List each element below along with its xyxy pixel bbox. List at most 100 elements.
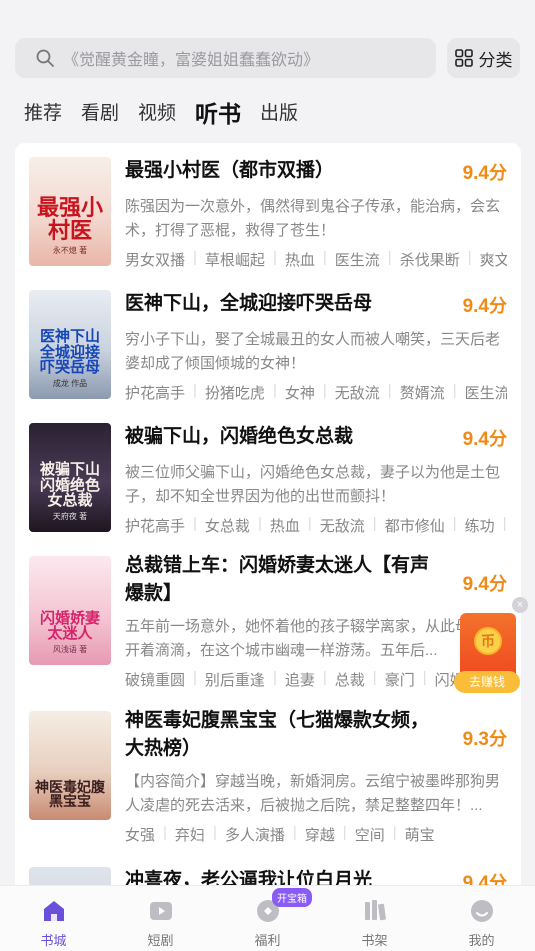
tag: 护花高手 xyxy=(125,518,186,535)
book-desc: 【内容简介】穿越当晚，新婚洞房。云绾宁被墨晔那狗男人凌虐的死去活来，后被抛之后院… xyxy=(125,773,501,814)
tab-audiobook[interactable]: 听书 xyxy=(195,99,241,129)
book-score: 9.4分 xyxy=(463,570,507,596)
book-tags: 护花高手| 女总裁| 热血| 无敌流| 都市修仙| 练功| ... xyxy=(125,515,507,535)
tag: 无敌流 xyxy=(334,385,380,402)
cover-title: 闪婚娇妻太迷人 xyxy=(39,608,100,643)
tag: 总裁 xyxy=(334,672,365,689)
score-unit: 分 xyxy=(489,429,507,449)
tag: 杀伐果断 xyxy=(399,252,460,269)
cover-title: 最强小村医 xyxy=(36,194,103,244)
tag: 女神 xyxy=(284,385,315,402)
nav-label: 书架 xyxy=(361,933,388,948)
earn-money-label: 去赚钱 xyxy=(454,671,520,693)
score-unit: 分 xyxy=(489,296,507,316)
nav-label: 书城 xyxy=(40,933,67,948)
nav-label: 我的 xyxy=(468,933,495,948)
tag: 多人演播 xyxy=(224,827,285,844)
search-icon xyxy=(35,48,55,68)
book-cover: 闪婚娇妻太迷人 风浅语 著 xyxy=(29,556,111,665)
category-label: 分类 xyxy=(478,50,513,70)
tag: 萌宝 xyxy=(404,827,435,844)
tag: 空间 xyxy=(354,827,385,844)
book-tags: 男女双播| 草根崛起| 热血| 医生流| 杀伐果断| 爽文... xyxy=(125,249,507,270)
book-desc: 陈强因为一次意外，偶然得到鬼谷子传承，能治病，会玄术，打得了恶棍，救得了苍生！ xyxy=(125,198,501,239)
cover-author: 天府夜 著 xyxy=(52,512,88,521)
search-bar[interactable]: 《觉醒黄金瞳，富婆姐姐蠢蠢欲动》 xyxy=(15,38,436,78)
score-unit: 分 xyxy=(489,729,507,749)
list-item[interactable]: 闪婚娇妻太迷人 风浅语 著 总裁错上车：闪婚娇妻太迷人【有声爆款】 9.4分 五… xyxy=(15,555,521,696)
cover-title: 医神下山 全城迎接吓哭岳母 xyxy=(39,326,100,377)
list-item[interactable]: 最强小村医 永不熄 著 最强小村医（都市双播） 9.4分 陈强因为一次意外，偶然… xyxy=(15,157,521,277)
cover-title: 被骗下山 闪婚绝色女总裁 xyxy=(39,459,100,510)
tag: 女总裁 xyxy=(204,518,250,535)
tag: 扮猪吃虎 xyxy=(204,385,265,402)
score-value: 9.4 xyxy=(462,574,489,595)
tag: 女强 xyxy=(125,827,156,844)
book-score: 9.4分 xyxy=(463,159,507,185)
tag: 练功 xyxy=(464,518,495,535)
nav-short-drama[interactable]: 短剧 xyxy=(107,886,214,951)
tab-bar: 推荐 看剧 视频 听书 出版 xyxy=(24,95,317,129)
list-item[interactable]: 医神下山 全城迎接吓哭岳母 成龙 作品 医神下山，全城迎接吓哭岳母 9.4分 穷… xyxy=(15,290,521,410)
earn-money-widget[interactable]: 币 去赚钱 xyxy=(454,613,520,693)
tag: 别后重逢 xyxy=(204,672,265,689)
book-desc: 五年前一场意外，她怀着他的孩子辍学离家，从此母女儿开着滴滴，在这个城市幽魂一样游… xyxy=(125,618,501,659)
book-title: 总裁错上车：闪婚娇妻太迷人【有声爆款】 xyxy=(125,555,430,604)
tag: 爽文... xyxy=(479,252,507,269)
nav-bookshelf[interactable]: 书架 xyxy=(321,886,428,951)
tag: 热血 xyxy=(269,518,300,535)
nav-mine[interactable]: 我的 xyxy=(428,886,535,951)
tab-video[interactable]: 视频 xyxy=(138,99,176,129)
float-close-icon[interactable]: × xyxy=(512,597,528,613)
tag: 草根崛起 xyxy=(204,252,265,269)
book-score: 9.3分 xyxy=(463,725,507,751)
nav-bookstore[interactable]: 书城 xyxy=(0,886,107,951)
tab-publish[interactable]: 出版 xyxy=(260,99,298,129)
bottom-nav: 书城 短剧 开宝箱 福利 书架 我的 xyxy=(0,885,535,951)
score-value: 9.4 xyxy=(462,163,489,184)
book-desc: 穷小子下山，娶了全城最丑的女人而被人嘲笑，三天后老婆却成了倾国倾城的女神！ xyxy=(125,331,501,372)
tab-recommend[interactable]: 推荐 xyxy=(24,99,62,129)
tag: 男女双播 xyxy=(125,252,186,269)
bookshelf-icon xyxy=(364,900,386,921)
book-title: 神医毒妃腹黑宝宝（七猫爆款女频，大热榜） xyxy=(125,710,430,759)
coin-icon: 币 xyxy=(474,627,502,655)
play-icon xyxy=(149,902,172,920)
search-placeholder: 《觉醒黄金瞳，富婆姐姐蠢蠢欲动》 xyxy=(63,52,320,69)
nav-welfare[interactable]: 开宝箱 福利 xyxy=(214,886,321,951)
book-tags: 破镜重圆 | 别后重逢 | 追妻 | 总裁 | 豪门 | 闪婚 xyxy=(125,669,465,689)
book-title: 被骗下山，闪婚绝色女总裁 xyxy=(125,426,354,447)
score-unit: 分 xyxy=(489,574,507,594)
book-cover: 最强小村医 永不熄 著 xyxy=(29,157,111,266)
cover-author: 永不熄 著 xyxy=(52,246,88,255)
category-button[interactable]: 分类 xyxy=(447,38,520,78)
list-item[interactable]: 被骗下山 闪婚绝色女总裁 天府夜 著 被骗下山，闪婚绝色女总裁 9.4分 被三位… xyxy=(15,423,521,543)
grid-icon xyxy=(454,49,473,67)
cover-author: 成龙 作品 xyxy=(52,379,88,388)
score-value: 9.3 xyxy=(462,729,489,750)
book-cover: 医神下山 全城迎接吓哭岳母 成龙 作品 xyxy=(29,290,111,399)
tag: 医生流... xyxy=(464,385,507,402)
tag: 穿越 xyxy=(304,827,335,844)
tab-drama[interactable]: 看剧 xyxy=(81,99,119,129)
book-desc: 被三位师父骗下山，闪婚绝色女总裁，妻子以为他是土包子，却不知全世界因为他的出世而… xyxy=(125,464,501,505)
list-item[interactable]: 神医毒妃腹黑宝宝 神医毒妃腹黑宝宝（七猫爆款女频，大热榜） 9.3分 【内容简介… xyxy=(15,710,521,851)
tag: 追妻 xyxy=(284,672,315,689)
tag: 豪门 xyxy=(384,672,415,689)
cover-author: 风浅语 著 xyxy=(52,645,88,654)
book-cover: 神医毒妃腹黑宝宝 xyxy=(29,711,111,820)
book-title: 最强小村医（都市双播） xyxy=(125,160,335,181)
treasure-badge: 开宝箱 xyxy=(272,888,312,907)
score-value: 9.4 xyxy=(462,296,489,317)
tag: 医生流 xyxy=(334,252,380,269)
book-score: 9.4分 xyxy=(463,292,507,318)
nav-label: 福利 xyxy=(254,933,281,948)
book-score: 9.4分 xyxy=(463,425,507,451)
nav-label: 短剧 xyxy=(147,933,174,948)
score-value: 9.4 xyxy=(462,429,489,450)
tag: 护花高手 xyxy=(125,385,186,402)
top-area: 《觉醒黄金瞳，富婆姐姐蠢蠢欲动》 分类 推荐 看剧 视频 听书 出版 xyxy=(0,0,535,140)
tag: 热血 xyxy=(284,252,315,269)
tag: 弃妇 xyxy=(174,827,205,844)
book-tags: 护花高手| 扮猪吃虎| 女神| 无敌流| 赘婿流| 医生流... xyxy=(125,382,507,403)
